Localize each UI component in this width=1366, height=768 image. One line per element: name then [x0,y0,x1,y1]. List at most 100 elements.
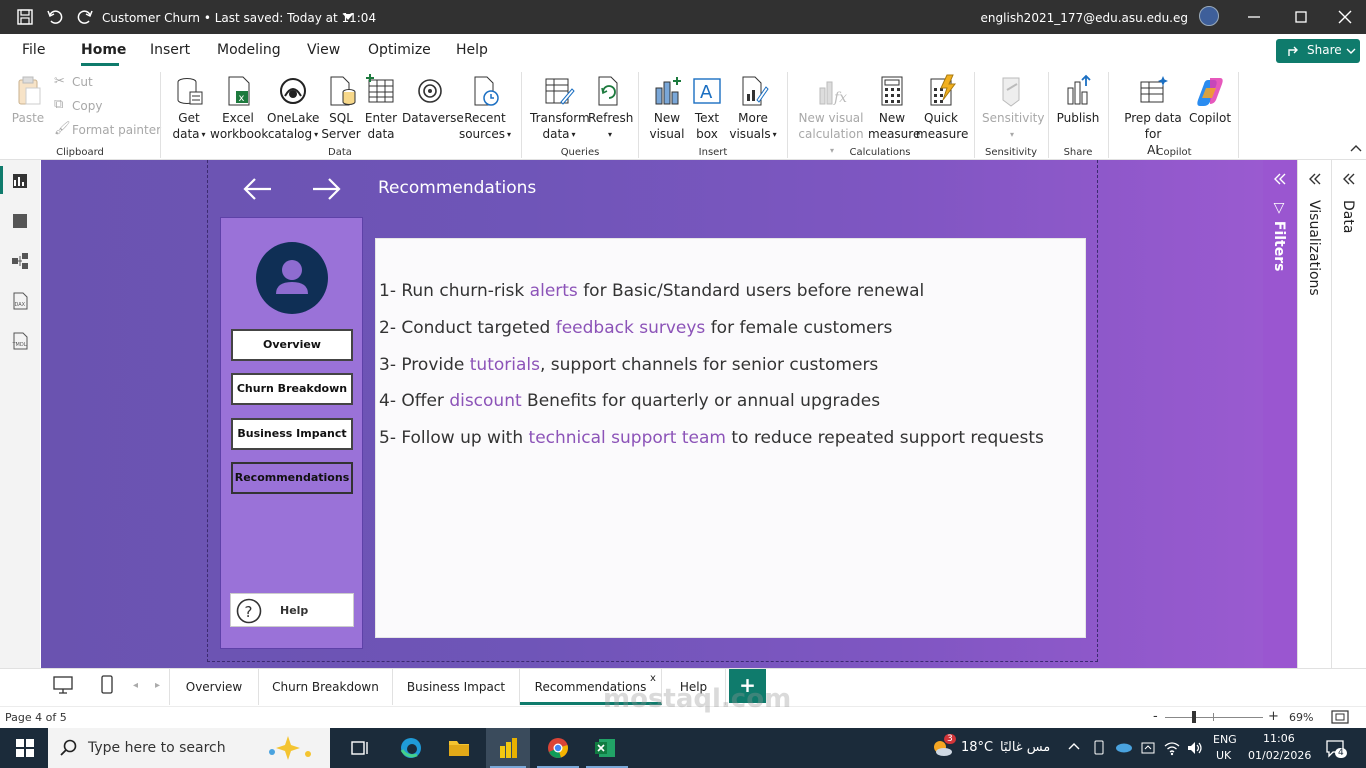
tab-churn-breakdown[interactable]: Churn Breakdown [259,669,393,705]
maximize-icon[interactable] [1292,8,1310,26]
scroll-right-icon[interactable]: ▸ [155,680,160,691]
rec-highlight: tutorials [469,355,540,375]
weather-description: مس غالبًا [1000,740,1051,755]
new-visual-button[interactable]: New visual [647,74,687,142]
table-view-icon[interactable] [10,211,30,231]
onelake-catalog-button[interactable]: OneLake catalog ▾ [267,74,319,143]
new-visual-calculation-button[interactable]: fx New visual calculation ▾ [797,74,865,159]
expand-filters-icon[interactable] [1273,172,1287,186]
tab-overview[interactable]: Overview [169,669,259,705]
chrome-icon[interactable] [546,736,570,760]
menu-modeling[interactable]: Modeling [217,42,281,58]
quick-measure-button[interactable]: Quick measure [916,74,968,142]
menu-optimize[interactable]: Optimize [368,42,431,58]
sensitivity-button[interactable]: Sensitivity ▾ [982,74,1044,143]
menu-insert[interactable]: Insert [150,42,190,58]
clock-time[interactable]: 11:06 [1263,732,1295,745]
refresh-button[interactable]: Refresh ▾ [588,74,633,143]
publish-button[interactable]: Publish [1055,74,1101,126]
zoom-out-button[interactable]: - [1153,709,1158,724]
dax-query-view-icon[interactable]: DAX [10,291,30,311]
menu-file[interactable]: File [22,42,45,58]
chevron-up-icon[interactable] [1068,742,1080,750]
new-measure-button[interactable]: New measure [868,74,920,142]
data-pane[interactable]: Data [1331,160,1366,668]
file-explorer-icon[interactable] [447,736,471,760]
excel-workbook-button[interactable]: x Excel workbook [210,74,268,142]
sql-server-button[interactable]: SQL Server [320,74,362,142]
redo-icon[interactable] [76,8,94,26]
back-arrow-icon[interactable] [241,174,275,204]
collapse-ribbon-icon[interactable] [1350,144,1362,152]
windows-start-icon[interactable] [13,736,37,760]
menu-home[interactable]: Home [81,42,126,58]
model-view-icon[interactable] [10,251,30,271]
dataverse-button[interactable]: Dataverse [402,74,464,126]
keyboard-layout[interactable]: UK [1216,749,1231,762]
edge-icon[interactable] [399,736,423,760]
help-button[interactable]: ? Help [230,593,354,627]
report-view-icon[interactable] [10,171,30,191]
onedrive-icon[interactable] [1114,741,1132,753]
expand-data-icon[interactable] [1342,172,1356,186]
power-bi-icon[interactable] [496,736,520,760]
group-label-clipboard: Clipboard [56,147,104,158]
scroll-left-icon[interactable]: ◂ [133,680,138,691]
title-dropdown-icon[interactable] [343,14,353,20]
share-button[interactable]: Share [1276,39,1360,63]
prep-data-for-ai-button[interactable]: Prep data for AI [1115,74,1191,158]
filters-pane[interactable]: ▽ Filters [1263,160,1297,668]
nav-business-impact-button[interactable]: Business Impanct [231,418,353,450]
avatar[interactable] [1199,6,1219,26]
visualizations-pane[interactable]: Visualizations [1297,160,1331,668]
nav-overview-button[interactable]: Overview [231,329,353,361]
undo-icon[interactable] [46,8,64,26]
minimize-icon[interactable] [1245,8,1263,26]
rec-text: 5- Follow up with [379,428,529,448]
copy-button[interactable]: ⧉ Copy [54,97,102,113]
nav-churn-breakdown-button[interactable]: Churn Breakdown [231,373,353,405]
close-icon[interactable] [1336,8,1354,26]
paste-button[interactable]: Paste [8,74,48,126]
transform-data-button[interactable]: Transform data ▾ [530,74,590,143]
weather-temperature[interactable]: 18°C [961,740,993,755]
clock-date[interactable]: 01/02/2026 [1248,749,1311,762]
fit-to-page-icon[interactable] [1331,710,1349,724]
tmdl-view-icon[interactable]: TMDL [10,331,30,351]
menu-view[interactable]: View [307,42,340,58]
tablet-icon[interactable] [1140,740,1156,756]
text-box-label-2: box [696,127,718,141]
close-tab-icon[interactable]: x [650,673,656,684]
nav-recommendations-button[interactable]: Recommendations [231,462,353,494]
group-label-insert: Insert [698,147,728,158]
volume-icon[interactable] [1186,740,1204,756]
mobile-layout-icon[interactable] [100,674,114,696]
format-painter-button[interactable]: 🖌 Format painter [54,121,161,137]
get-data-button[interactable]: Get data ▾ [168,74,210,143]
cut-button[interactable]: ✂ Cut [54,74,93,89]
menu-help[interactable]: Help [456,42,488,58]
wifi-icon[interactable] [1163,740,1181,756]
desktop-layout-icon[interactable] [52,675,74,695]
zoom-slider-thumb[interactable] [1192,711,1196,723]
user-account[interactable]: english2021_177@edu.asu.edu.eg [981,11,1188,25]
excel-app-icon[interactable] [593,736,617,760]
recent-sources-button[interactable]: Recent sources ▾ [458,74,512,143]
tab-business-impact[interactable]: Business Impact [393,669,520,705]
window-title[interactable]: Customer Churn • Last saved: Today at 11… [102,11,376,25]
save-icon[interactable] [16,8,34,26]
task-view-icon[interactable] [348,736,372,760]
help-label: Help [280,604,309,617]
expand-visualizations-icon[interactable] [1308,172,1322,186]
text-box-button[interactable]: A Text box [688,74,726,142]
zoom-in-button[interactable]: + [1268,709,1279,724]
taskbar-search[interactable]: Type here to search [48,728,330,768]
enter-data-button[interactable]: Enter data [362,74,400,142]
language-code[interactable]: ENG [1213,733,1237,746]
forward-arrow-icon[interactable] [309,174,343,204]
copilot-button[interactable]: Copilot [1189,74,1231,126]
meet-now-icon[interactable] [1092,740,1106,756]
zoom-level[interactable]: 69% [1289,711,1313,724]
more-visuals-button[interactable]: More visuals ▾ [727,74,779,143]
zoom-slider[interactable] [1165,717,1263,718]
